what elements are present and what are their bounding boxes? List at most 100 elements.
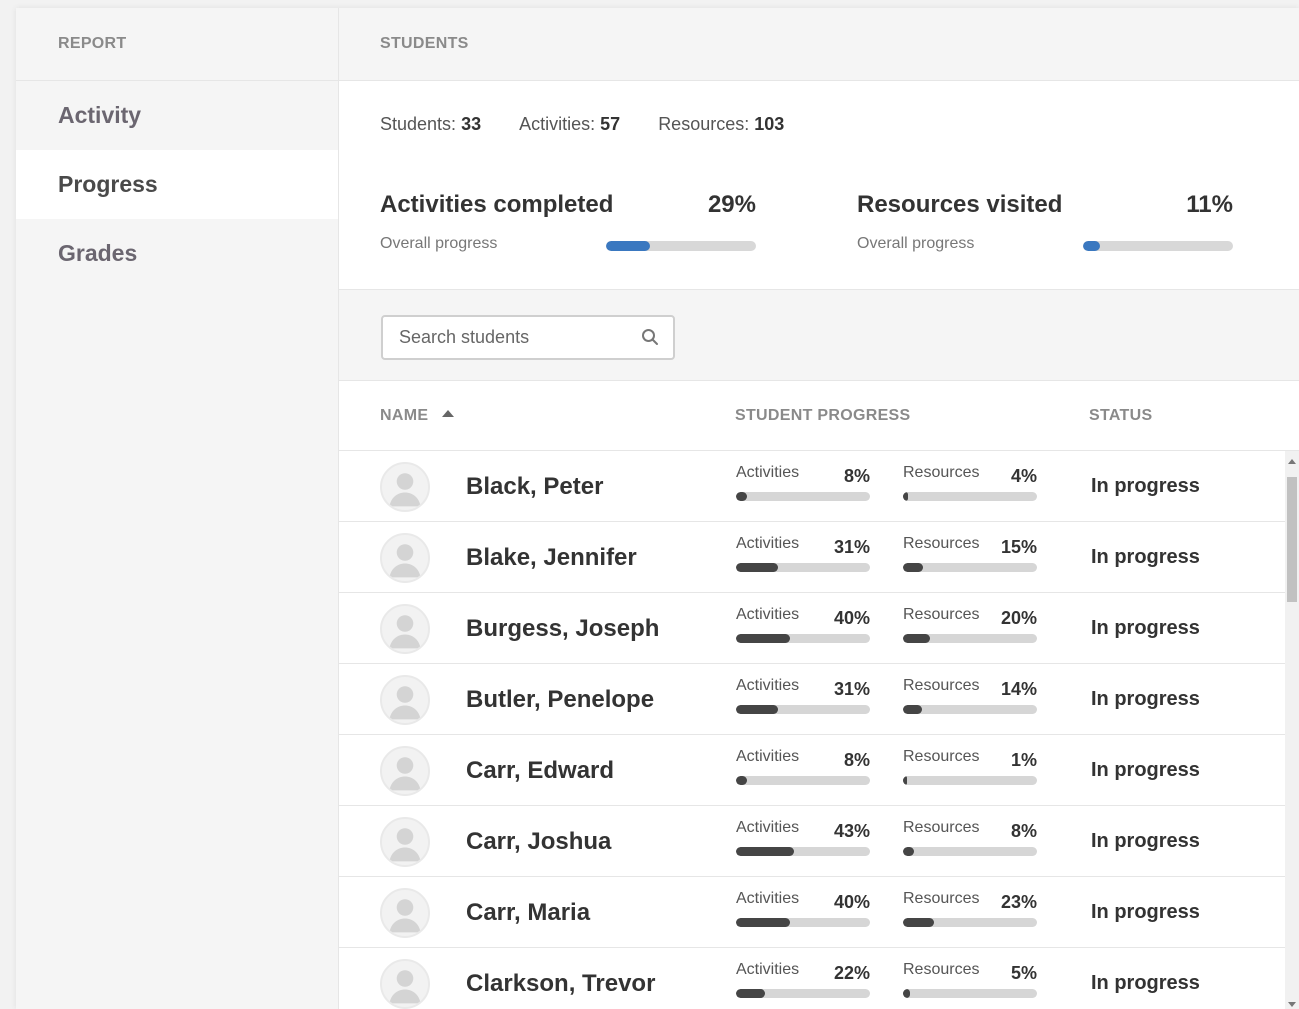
activities-label: Activities: [736, 890, 800, 907]
activities-label: Activities: [736, 961, 800, 978]
resources-summary-subtitle: Overall progress: [857, 235, 975, 252]
resources-progress: Resources 20%: [903, 606, 1037, 646]
student-name[interactable]: Butler, Penelope: [466, 686, 654, 714]
status-text: In progress: [1091, 972, 1200, 994]
search-input[interactable]: [399, 317, 629, 358]
table-row[interactable]: Carr, Maria Activities 40% Resources 23% In p…: [339, 877, 1285, 948]
activities-progress-fill: [736, 634, 790, 643]
column-name-header[interactable]: NAME: [380, 407, 455, 425]
resources-progress: Resources 1%: [903, 748, 1037, 788]
activities-progress: Activities 40%: [736, 606, 870, 646]
resources-progress-bar: [903, 776, 1037, 785]
resources-label: Resources: [903, 535, 980, 552]
activities-progress: Activities 8%: [736, 748, 870, 788]
sidebar-item-progress[interactable]: Progress: [16, 150, 338, 219]
student-name[interactable]: Carr, Joshua: [466, 828, 611, 856]
table-row[interactable]: Clarkson, Trevor Activities 22% Resources 5%…: [339, 948, 1285, 1009]
resources-label: Resources: [903, 819, 980, 836]
activities-percent: 40%: [833, 608, 870, 628]
student-name[interactable]: Burgess, Joseph: [466, 615, 659, 643]
resources-percent: 5%: [1010, 963, 1037, 983]
resources-percent: 4%: [1010, 466, 1037, 486]
activities-label: Activities: [736, 606, 800, 623]
students-count: Students: 33: [380, 114, 482, 134]
student-name[interactable]: Carr, Edward: [466, 757, 614, 785]
status-text: In progress: [1091, 830, 1200, 852]
activities-progress-fill: [736, 776, 747, 785]
resources-progress-bar: [903, 918, 1037, 927]
avatar: [380, 817, 430, 867]
status-text: In progress: [1091, 617, 1200, 639]
activities-progress-fill: [736, 492, 747, 501]
student-name[interactable]: Carr, Maria: [466, 899, 590, 927]
resources-progress-bar: [903, 492, 1037, 501]
scroll-down-arrow-icon[interactable]: [1288, 1002, 1296, 1007]
student-name[interactable]: Clarkson, Trevor: [466, 970, 655, 998]
status-text: In progress: [1091, 475, 1200, 497]
activities-percent: 40%: [833, 892, 870, 912]
resources-progress-fill: [903, 776, 908, 785]
activities-percent: 8%: [843, 750, 870, 770]
activities-progress-bar: [736, 634, 870, 643]
activities-percent: 8%: [843, 466, 870, 486]
table-row[interactable]: Burgess, Joseph Activities 40% Resources 20%…: [339, 593, 1285, 664]
activities-progress-bar: [736, 918, 870, 927]
activities-progress: Activities 31%: [736, 677, 870, 717]
activities-label: Activities: [736, 464, 800, 481]
counts-bar: Students: 33 Activities: 57 Resources: 1…: [380, 114, 784, 135]
resources-progress-fill: [903, 492, 909, 501]
student-name[interactable]: Blake, Jennifer: [466, 544, 637, 572]
resources-percent: 8%: [1010, 821, 1037, 841]
resources-progress-fill: [903, 847, 914, 856]
status-text: In progress: [1091, 901, 1200, 923]
resources-progress: Resources 14%: [903, 677, 1037, 717]
status-text: In progress: [1091, 546, 1200, 568]
table-row[interactable]: Butler, Penelope Activities 31% Resources 14…: [339, 664, 1285, 735]
resources-percent: 23%: [1000, 892, 1037, 912]
activities-progress-bar: [736, 563, 870, 572]
activities-summary-subtitle: Overall progress: [380, 235, 498, 252]
resources-progress-fill: [903, 634, 930, 643]
scrollbar[interactable]: [1285, 451, 1299, 1009]
resources-label: Resources: [903, 961, 980, 978]
table-row[interactable]: Carr, Edward Activities 8% Resources 1% In pr…: [339, 735, 1285, 806]
table-row[interactable]: Carr, Joshua Activities 43% Resources 8% In p…: [339, 806, 1285, 877]
table-row[interactable]: Black, Peter Activities 8% Resources 4% In pr…: [339, 451, 1285, 522]
resources-summary-bar-fill: [1083, 241, 1100, 251]
status-text: In progress: [1091, 759, 1200, 781]
resources-progress-fill: [903, 563, 924, 572]
sort-ascending-icon[interactable]: [442, 410, 455, 417]
activities-summary-pct: 29%: [707, 191, 756, 218]
activities-progress-bar: [736, 989, 870, 998]
search-band: [339, 289, 1299, 381]
activities-progress-fill: [736, 989, 766, 998]
activities-progress-bar: [736, 492, 870, 501]
sidebar-item-grades[interactable]: Grades: [16, 219, 338, 288]
activities-progress-fill: [736, 847, 794, 856]
resources-progress-bar: [903, 705, 1037, 714]
resources-progress: Resources 8%: [903, 819, 1037, 859]
resources-percent: 1%: [1010, 750, 1037, 770]
activities-progress-bar: [736, 847, 870, 856]
scroll-up-arrow-icon[interactable]: [1288, 459, 1296, 464]
resources-progress: Resources 23%: [903, 890, 1037, 930]
search-box[interactable]: [381, 315, 675, 360]
search-icon[interactable]: [641, 328, 659, 346]
sidebar-item-activity[interactable]: Activity: [16, 81, 338, 150]
column-progress-header: STUDENT PROGRESS: [735, 407, 911, 424]
activities-label: Activities: [736, 677, 800, 694]
student-name[interactable]: Black, Peter: [466, 473, 603, 501]
resources-count: Resources: 103: [658, 114, 785, 134]
resources-progress: Resources 15%: [903, 535, 1037, 575]
sidebar: REPORT Activity Progress Grades: [16, 8, 339, 1009]
scrollbar-thumb[interactable]: [1287, 477, 1297, 602]
avatar: [380, 959, 430, 1009]
resources-percent: 15%: [1000, 537, 1037, 557]
table-row[interactable]: Blake, Jennifer Activities 31% Resources 15%…: [339, 522, 1285, 593]
avatar: [380, 462, 430, 512]
activities-percent: 31%: [833, 537, 870, 557]
activities-label: Activities: [736, 819, 800, 836]
resources-progress: Resources 5%: [903, 961, 1037, 1001]
activities-percent: 43%: [833, 821, 870, 841]
resources-progress: Resources 4%: [903, 464, 1037, 504]
